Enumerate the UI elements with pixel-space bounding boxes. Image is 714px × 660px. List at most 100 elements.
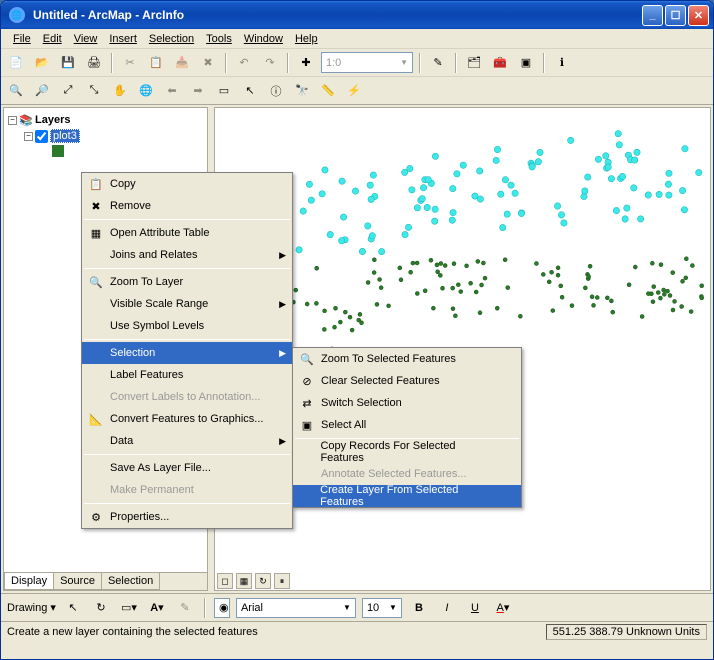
ctx-label-features[interactable]: Label Features — [82, 364, 292, 386]
font-size-combo[interactable]: 10▼ — [362, 598, 402, 618]
menubar: File Edit View Insert Selection Tools Wi… — [1, 29, 713, 49]
add-data-button[interactable]: ✚ — [295, 52, 317, 74]
menu-edit[interactable]: Edit — [37, 31, 68, 47]
print-button[interactable]: 🖨 — [83, 52, 105, 74]
ctx-open-attr-table[interactable]: ▦Open Attribute Table — [82, 222, 292, 244]
sub-clear-selected[interactable]: ⊘Clear Selected Features — [293, 370, 521, 392]
italic-button[interactable]: I — [436, 597, 458, 619]
command-line-button[interactable]: ▣ — [515, 52, 537, 74]
scale-combo[interactable]: 1:0▼ — [321, 52, 413, 73]
save-button[interactable]: 💾 — [57, 52, 79, 74]
properties-icon: ⚙ — [86, 508, 106, 526]
ctx-zoom-to-layer[interactable]: 🔍Zoom To Layer — [82, 271, 292, 293]
zoom-layer-icon: 🔍 — [86, 273, 106, 291]
layers-label: Layers — [35, 114, 70, 126]
ctx-properties[interactable]: ⚙Properties... — [82, 506, 292, 528]
measure-button[interactable]: 📏 — [317, 80, 339, 102]
clear-selected-icon: ⊘ — [297, 372, 317, 390]
data-view-button[interactable]: ◻ — [217, 573, 233, 589]
paste-button[interactable]: 📥 — [171, 52, 193, 74]
identify-button[interactable]: ⓘ — [265, 80, 287, 102]
full-extent-button[interactable]: 🌐 — [135, 80, 157, 102]
layer-row-plot3[interactable]: − plot3 — [8, 128, 203, 144]
pause-drawing-button[interactable]: ⏸ — [274, 573, 290, 589]
draw-rect-icon[interactable]: ▭▾ — [118, 597, 140, 619]
zoom-in-button[interactable]: 🔍 — [5, 80, 27, 102]
selection-submenu: 🔍Zoom To Selected Features ⊘Clear Select… — [292, 347, 522, 508]
layout-view-button[interactable]: ▦ — [236, 573, 252, 589]
select-elements-button[interactable]: ↖ — [239, 80, 261, 102]
zoom-out-button[interactable]: 🔎 — [31, 80, 53, 102]
menu-window[interactable]: Window — [238, 31, 289, 47]
undo-button[interactable]: ↶ — [233, 52, 255, 74]
rotate-icon[interactable]: ↻ — [90, 597, 112, 619]
bold-button[interactable]: B — [408, 597, 430, 619]
ctx-save-layer-file[interactable]: Save As Layer File... — [82, 457, 292, 479]
maximize-button[interactable]: ☐ — [665, 5, 686, 26]
toc-tab-source[interactable]: Source — [53, 573, 102, 590]
ctx-joins-relates[interactable]: Joins and Relates▶ — [82, 244, 292, 266]
ctx-copy[interactable]: 📋Copy — [82, 173, 292, 195]
collapse-icon[interactable]: − — [24, 132, 33, 141]
menu-selection[interactable]: Selection — [143, 31, 200, 47]
sub-copy-records[interactable]: Copy Records For Selected Features — [293, 441, 521, 463]
symbol-swatch-icon — [52, 145, 64, 157]
window-title: Untitled - ArcMap - ArcInfo — [33, 8, 642, 22]
layer-context-menu: 📋Copy ✖Remove ▦Open Attribute Table Join… — [81, 172, 293, 529]
menu-view[interactable]: View — [68, 31, 104, 47]
find-button[interactable]: 🔭 — [291, 80, 313, 102]
ctx-visible-scale[interactable]: Visible Scale Range▶ — [82, 293, 292, 315]
cut-button[interactable]: ✂ — [119, 52, 141, 74]
minimize-button[interactable]: _ — [642, 5, 663, 26]
menu-file[interactable]: File — [7, 31, 37, 47]
whats-this-button[interactable]: ℹ — [551, 52, 573, 74]
pan-button[interactable]: ✋ — [109, 80, 131, 102]
toc-tab-selection[interactable]: Selection — [101, 573, 160, 590]
menu-tools[interactable]: Tools — [200, 31, 238, 47]
layer-visibility-checkbox[interactable] — [35, 130, 48, 143]
layers-root[interactable]: − 📚 Layers — [8, 112, 203, 128]
toc-tab-display[interactable]: Display — [4, 573, 54, 590]
refresh-view-button[interactable]: ↻ — [255, 573, 271, 589]
sub-zoom-selected[interactable]: 🔍Zoom To Selected Features — [293, 348, 521, 370]
new-button[interactable]: 📄 — [5, 52, 27, 74]
prev-extent-button[interactable]: ⬅ — [161, 80, 183, 102]
open-button[interactable]: 📂 — [31, 52, 53, 74]
zoom-selected-icon: 🔍 — [297, 350, 317, 368]
collapse-icon[interactable]: − — [8, 116, 17, 125]
menu-insert[interactable]: Insert — [103, 31, 143, 47]
ctx-data[interactable]: Data▶ — [82, 430, 292, 452]
layer-symbol[interactable] — [8, 144, 203, 158]
editor-toolbar-icon[interactable]: ✎ — [427, 52, 449, 74]
copy-button[interactable]: 📋 — [145, 52, 167, 74]
font-color-button[interactable]: A▾ — [492, 597, 514, 619]
arccatalog-button[interactable]: 🗂 — [463, 52, 485, 74]
layer-name[interactable]: plot3 — [50, 129, 80, 143]
edit-vertices-icon[interactable]: ✎ — [174, 597, 196, 619]
draw-text-icon[interactable]: A▾ — [146, 597, 168, 619]
close-button[interactable]: ✕ — [688, 5, 709, 26]
ctx-make-permanent: Make Permanent — [82, 479, 292, 501]
sub-switch-selection[interactable]: ⇄Switch Selection — [293, 392, 521, 414]
drawing-label[interactable]: Drawing ▾ — [7, 601, 56, 614]
redo-button[interactable]: ↷ — [259, 52, 281, 74]
menu-help[interactable]: Help — [289, 31, 324, 47]
fixed-zoom-out-icon[interactable]: ⤡ — [83, 80, 105, 102]
ctx-selection[interactable]: Selection▶ — [82, 342, 292, 364]
font-combo[interactable]: Arial▼ — [236, 598, 356, 618]
select-element-icon[interactable]: ↖ — [62, 597, 84, 619]
ctx-convert-features[interactable]: 📐Convert Features to Graphics... — [82, 408, 292, 430]
ctx-remove[interactable]: ✖Remove — [82, 195, 292, 217]
delete-button[interactable]: ✖ — [197, 52, 219, 74]
hyperlink-button[interactable]: ⚡ — [343, 80, 365, 102]
font-color-swatch[interactable]: ◉ — [214, 598, 230, 618]
sub-create-layer[interactable]: Create Layer From Selected Features — [293, 485, 521, 507]
underline-button[interactable]: U — [464, 597, 486, 619]
sub-select-all[interactable]: ▣Select All — [293, 414, 521, 436]
next-extent-button[interactable]: ➡ — [187, 80, 209, 102]
submenu-arrow-icon: ▶ — [279, 299, 286, 310]
fixed-zoom-in-icon[interactable]: ⤢ — [57, 80, 79, 102]
ctx-symbol-levels[interactable]: Use Symbol Levels — [82, 315, 292, 337]
arctoolbox-button[interactable]: 🧰 — [489, 52, 511, 74]
select-features-button[interactable]: ▭ — [213, 80, 235, 102]
